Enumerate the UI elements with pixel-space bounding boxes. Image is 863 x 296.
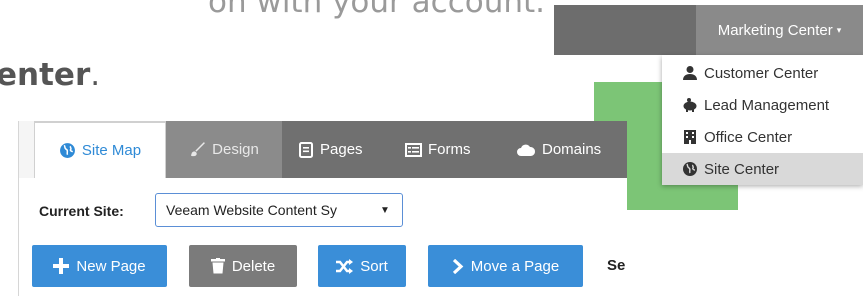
button-label: Move a Page	[470, 257, 560, 275]
tab-domains[interactable]: Domains	[516, 121, 601, 178]
tab-label: Pages	[320, 141, 363, 158]
menu-item-label: Site Center	[704, 160, 780, 178]
doc-text-line-1: on with your account.	[208, 0, 546, 20]
current-site-label: Current Site:	[39, 203, 124, 219]
trash-icon	[210, 258, 225, 274]
building-icon	[682, 129, 698, 145]
menu-item-label: Customer Center	[704, 64, 819, 82]
button-label: New Page	[76, 257, 146, 275]
tab-label: Domains	[542, 141, 602, 158]
menu-item-customer-center[interactable]: Customer Center	[662, 57, 863, 89]
tab-label: Forms	[428, 141, 471, 158]
new-page-button[interactable]: New Page	[32, 245, 167, 287]
tab-label: Design	[212, 141, 259, 158]
delete-button[interactable]: Delete	[189, 245, 297, 287]
globe-icon	[682, 161, 698, 177]
menu-item-label: Office Center	[704, 128, 793, 146]
caret-down-icon: ▾	[836, 24, 842, 35]
doc-bold-text: enter	[0, 57, 91, 93]
form-icon	[405, 142, 422, 157]
marketing-center-label: Marketing Center	[717, 21, 833, 39]
menu-item-office-center[interactable]: Office Center	[662, 121, 863, 153]
sort-button[interactable]: Sort	[318, 245, 406, 287]
site-editor-panel: Site Map Design Pages Forms Domains Curr…	[18, 121, 627, 296]
cloud-icon	[516, 143, 536, 157]
button-label: Delete	[231, 257, 276, 275]
chevron-right-icon	[452, 258, 464, 274]
button-label: Sort	[360, 257, 388, 275]
globe-icon	[59, 142, 76, 159]
person-icon	[682, 65, 698, 81]
tab-forms[interactable]: Forms	[405, 121, 471, 178]
tab-design[interactable]: Design	[166, 121, 282, 178]
caret-down-icon: ▼	[380, 204, 390, 216]
menu-item-lead-management[interactable]: Lead Management	[662, 89, 863, 121]
plus-icon	[53, 258, 70, 274]
truncated-label: Se	[607, 257, 626, 274]
menu-item-site-center[interactable]: Site Center	[662, 153, 863, 185]
tab-site-map[interactable]: Site Map	[34, 121, 166, 178]
move-page-button[interactable]: Move a Page	[428, 245, 583, 287]
brush-icon	[189, 141, 206, 158]
piggy-bank-icon	[682, 97, 698, 113]
doc-text-period: .	[90, 57, 101, 93]
tab-pages[interactable]: Pages	[299, 121, 363, 178]
tab-label: Site Map	[81, 142, 142, 159]
current-site-select[interactable]: Veeam Website Content Sy ▼	[155, 193, 403, 227]
page-icon	[299, 141, 314, 158]
shuffle-icon	[336, 258, 354, 274]
menu-item-label: Lead Management	[704, 96, 830, 114]
doc-text-line-2: enter.	[0, 57, 100, 93]
current-site-value: Veeam Website Content Sy	[166, 202, 337, 218]
marketing-center-dropdown: Customer Center Lead Management Office C…	[662, 55, 863, 185]
marketing-center-menu-button[interactable]: Marketing Center ▾	[696, 5, 863, 55]
